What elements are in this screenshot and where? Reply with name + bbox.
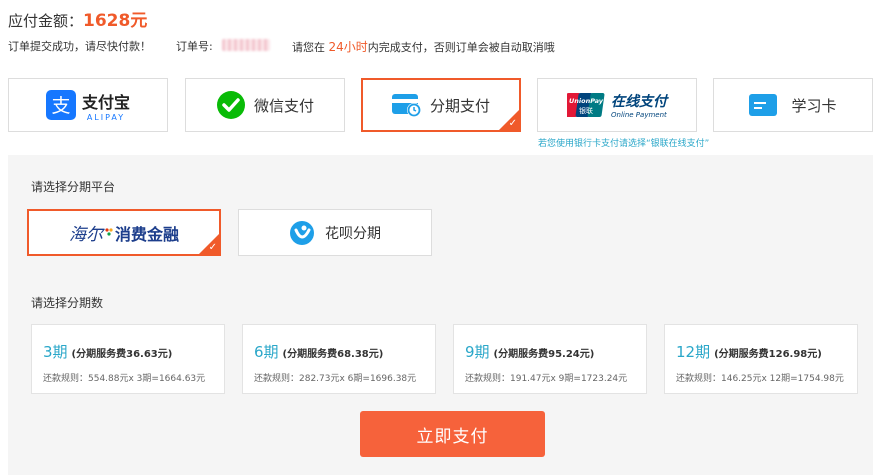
term-option-3[interactable]: 3期 (分期服务费36.63元) 还款规则：554.88元x 3期=1664.63… <box>31 324 225 394</box>
order-number-label: 订单号: <box>176 40 213 53</box>
order-number-redacted <box>222 39 270 51</box>
platform-label: 花呗分期 <box>325 225 381 242</box>
term-fee: (分期服务费68.38元) <box>282 349 384 360</box>
deadline-notice: 请您在 24小时内完成支付，否则订单会被自动取消哦 <box>292 38 555 55</box>
platform-haier-finance[interactable]: 海尔 消费金融 ✓ <box>27 209 221 256</box>
alipay-icon: 支 <box>45 90 76 120</box>
study-card-icon <box>749 94 778 116</box>
pay-now-button[interactable]: 立即支付 <box>360 411 545 457</box>
term-count: 12期 <box>676 343 711 361</box>
unionpay-brand-cn: 银联 <box>579 106 593 115</box>
unionpay-icon: UnionPay 银联 <box>567 93 605 117</box>
check-icon: ✓ <box>208 242 217 253</box>
term-option-9[interactable]: 9期 (分期服务费95.24元) 还款规则：191.47元x 9期=1723.24… <box>453 324 647 394</box>
deadline-value: 24小时 <box>328 40 368 54</box>
amount-label: 应付金额： <box>8 12 84 30</box>
terms-section-title: 请选择分期数 <box>31 296 104 310</box>
pay-method-sub: ALIPAY <box>86 112 126 122</box>
pay-method-label: 分期支付 <box>429 96 490 115</box>
order-success-text: 订单提交成功，请尽快付款！ <box>8 40 151 53</box>
pay-method-alipay[interactable]: 支 支付宝 ALIPAY <box>8 78 168 132</box>
haier-logo-text: 消费金融 <box>114 224 179 244</box>
unionpay-hint: 若您使用银行卡支付请选择“银联在线支付” <box>538 139 710 149</box>
pay-method-label: 在线支付 <box>611 94 667 110</box>
term-count: 6期 <box>254 343 279 361</box>
installment-card-icon <box>391 94 421 117</box>
amount-value: 1628元 <box>83 11 148 31</box>
pay-method-study-card[interactable]: 学习卡 <box>713 78 873 132</box>
unionpay-brand-text: UnionPay <box>569 97 604 105</box>
haier-logo-script: 海尔 <box>68 225 103 245</box>
term-rule: 还款规则：146.25元x 12期=1754.98元 <box>676 374 844 384</box>
huabei-icon <box>290 220 314 245</box>
term-count: 9期 <box>465 343 490 361</box>
pay-method-label: 支付宝 <box>81 92 130 112</box>
deadline-suffix: 内完成支付，否则订单会被自动取消哦 <box>367 41 555 54</box>
term-rule: 还款规则：554.88元x 3期=1664.63元 <box>43 374 206 384</box>
pay-method-label: 学习卡 <box>791 96 837 115</box>
term-rule: 还款规则：282.73元x 6期=1696.38元 <box>254 374 417 384</box>
haier-finance-logo: 海尔 消费金融 <box>68 220 179 246</box>
amount-line: 应付金额：1628元 <box>8 6 147 31</box>
deadline-prefix: 请您在 <box>292 41 325 54</box>
term-fee: (分期服务费36.63元) <box>71 349 173 360</box>
pay-method-wechat[interactable]: 微信支付 <box>185 78 345 132</box>
pay-method-sub: Online Payment <box>611 111 667 119</box>
check-icon: ✓ <box>508 118 517 129</box>
term-option-12[interactable]: 12期 (分期服务费126.98元) 还款规则：146.25元x 12期=1754… <box>664 324 858 394</box>
pay-method-label: 微信支付 <box>253 96 314 115</box>
platform-section-title: 请选择分期平台 <box>31 180 116 194</box>
svg-text:支: 支 <box>51 95 70 117</box>
term-count: 3期 <box>43 343 68 361</box>
term-option-6[interactable]: 6期 (分期服务费68.38元) 还款规则：282.73元x 6期=1696.38… <box>242 324 436 394</box>
term-rule: 还款规则：191.47元x 9期=1723.24元 <box>465 374 628 384</box>
pay-method-installment[interactable]: 分期支付 ✓ <box>361 78 521 132</box>
wechat-pay-icon <box>216 91 245 119</box>
platform-huabei[interactable]: 花呗分期 <box>238 209 432 256</box>
term-fee: (分期服务费95.24元) <box>493 349 595 360</box>
pay-method-unionpay[interactable]: UnionPay 银联 在线支付 Online Payment <box>537 78 697 132</box>
term-fee: (分期服务费126.98元) <box>714 349 822 360</box>
haier-logo-mark-icon <box>105 227 113 236</box>
